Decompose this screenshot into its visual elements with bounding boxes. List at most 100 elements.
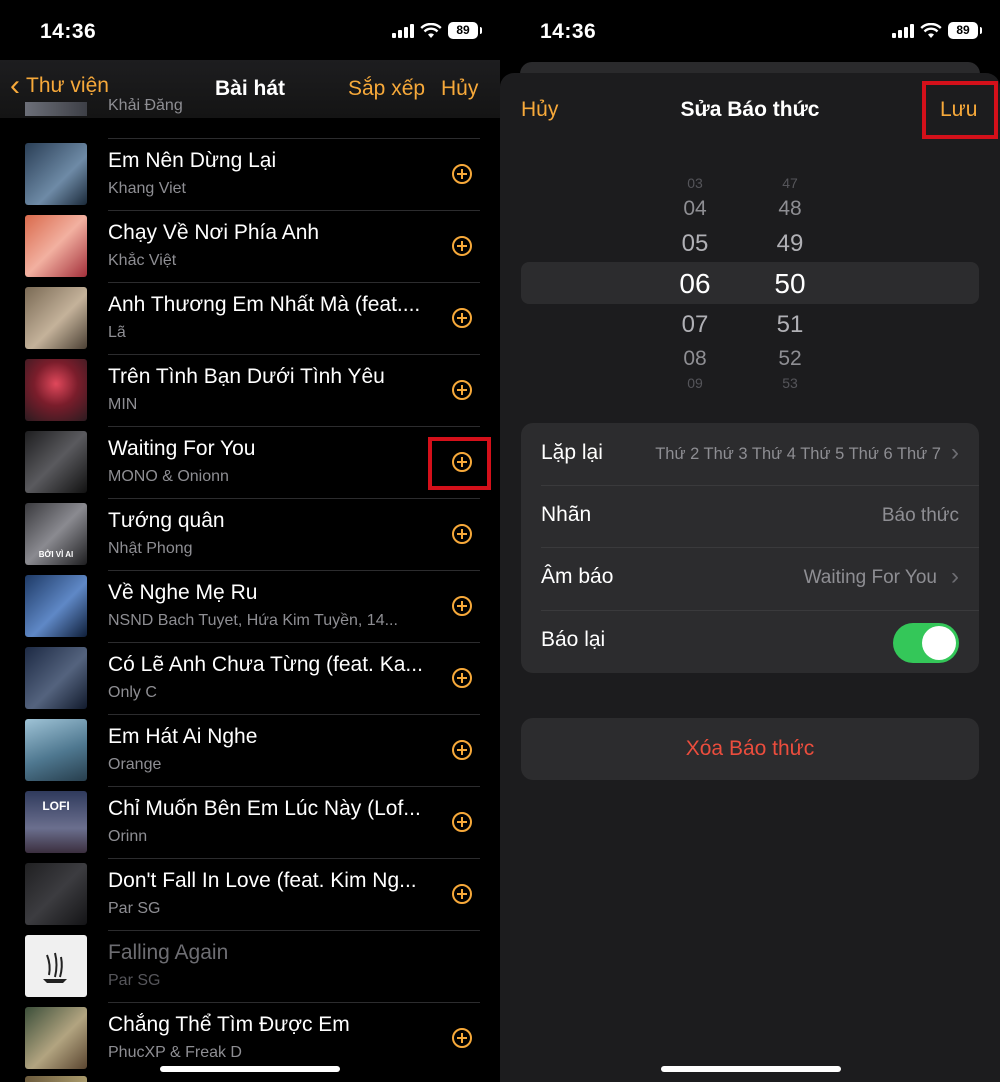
album-art	[25, 287, 87, 349]
snooze-label: Báo lại	[541, 628, 606, 651]
list-item[interactable]: Em Hát Ai Nghe Orange	[0, 714, 500, 786]
status-bar: 14:36 89	[0, 0, 500, 60]
add-icon[interactable]	[452, 308, 472, 328]
song-title: Chạy Về Nơi Phía Anh	[108, 221, 320, 244]
alarm-settings-group: Lặp lại Thứ 2 Thứ 3 Thứ 4 Thứ 5 Thứ 6 Th…	[521, 423, 979, 673]
list-item[interactable]: Chạy Về Nơi Phía Anh Khắc Việt	[0, 210, 500, 282]
repeat-value: Thứ 2 Thứ 3 Thứ 4 Thứ 5 Thứ 6 Thứ 7	[655, 445, 941, 463]
list-item[interactable]: Don't Fall In Love (feat. Kim Ng... Par …	[0, 858, 500, 930]
album-art: LOFI	[25, 791, 87, 853]
sort-button[interactable]: Sắp xếp	[348, 77, 425, 101]
add-icon[interactable]	[452, 668, 472, 688]
list-item[interactable]: Em Nên Dừng Lại Khang Viet	[0, 138, 500, 210]
add-icon[interactable]	[452, 524, 472, 544]
album-art	[25, 431, 87, 493]
selected-minute[interactable]: 50	[760, 268, 820, 300]
hour-option[interactable]: 07	[665, 311, 725, 339]
song-artist: NSND Bach Tuyet, Hứa Kim Tuyền, 14...	[108, 612, 398, 629]
list-item[interactable]: Về Nghe Mẹ Ru NSND Bach Tuyet, Hứa Kim T…	[0, 570, 500, 642]
add-icon[interactable]	[452, 164, 472, 184]
album-art	[25, 143, 87, 205]
song-artist: Only C	[108, 684, 157, 701]
hour-option[interactable]: 05	[665, 230, 725, 258]
hour-option[interactable]: 03	[665, 175, 725, 191]
back-button[interactable]: ‹ Thư viện	[10, 71, 109, 101]
hour-option[interactable]: 08	[665, 347, 725, 371]
song-artist: Lã	[108, 324, 126, 341]
album-art	[25, 719, 87, 781]
list-item[interactable]	[0, 1074, 500, 1082]
list-item[interactable]: Chẳng Thể Tìm Được Em PhucXP & Freak D	[0, 1002, 500, 1074]
song-title: Em Nên Dừng Lại	[108, 149, 277, 172]
hour-option[interactable]: 09	[665, 375, 725, 391]
list-item[interactable]: Waiting For You MONO & Onionn	[0, 426, 500, 498]
snooze-toggle[interactable]	[893, 623, 959, 663]
sound-row[interactable]: Âm báo Waiting For You ›	[521, 547, 979, 609]
song-title: Tướng quân	[108, 509, 225, 532]
song-title: Về Nghe Mẹ Ru	[108, 581, 258, 604]
repeat-row[interactable]: Lặp lại Thứ 2 Thứ 3 Thứ 4 Thứ 5 Thứ 6 Th…	[521, 423, 979, 485]
add-icon[interactable]	[452, 884, 472, 904]
sound-value: Waiting For You	[803, 567, 937, 588]
label-field[interactable]: Báo thức	[882, 505, 959, 527]
minute-option[interactable]: 51	[760, 311, 820, 339]
hour-option[interactable]: 04	[665, 197, 725, 221]
song-artist: Par SG	[108, 900, 161, 917]
minute-option[interactable]: 52	[760, 347, 820, 371]
add-icon[interactable]	[452, 812, 472, 832]
selected-hour[interactable]: 06	[665, 268, 725, 300]
song-artist: Orinn	[108, 828, 148, 845]
song-picker-screen: 14:36 89 ‹ Thư viện Bài hát Sắp xếp Hủy …	[0, 0, 500, 1082]
label-label: Nhãn	[541, 503, 592, 526]
song-title: Em Hát Ai Nghe	[108, 725, 258, 748]
song-artist: Khắc Việt	[108, 252, 177, 269]
list-item[interactable]: Trên Tình Bạn Dưới Tình Yêu MIN	[0, 354, 500, 426]
chevron-right-icon: ›	[951, 563, 959, 590]
sound-label: Âm báo	[541, 565, 614, 588]
album-art	[25, 359, 87, 421]
album-art: BỞI VÌ AI	[25, 503, 87, 565]
snooze-row: Báo lại	[521, 610, 979, 672]
add-icon[interactable]	[452, 740, 472, 760]
wifi-icon	[420, 22, 442, 38]
add-icon[interactable]	[452, 236, 472, 256]
label-row[interactable]: Nhãn Báo thức	[521, 485, 979, 547]
home-indicator[interactable]	[160, 1066, 340, 1072]
album-art	[25, 215, 87, 277]
song-title: Don't Fall In Love (feat. Kim Ng...	[108, 869, 417, 892]
list-item[interactable]: Falling Again Par SG	[0, 930, 500, 1002]
minute-option[interactable]: 49	[760, 230, 820, 258]
song-title: Falling Again	[108, 941, 229, 964]
wifi-icon	[920, 22, 942, 38]
cancel-button[interactable]: Hủy	[441, 77, 478, 101]
highlight-box	[428, 437, 491, 490]
repeat-label: Lặp lại	[541, 441, 603, 464]
album-art	[25, 1007, 87, 1069]
song-title: Anh Thương Em Nhất Mà (feat....	[108, 293, 421, 316]
cellular-signal-icon	[892, 23, 914, 38]
status-time: 14:36	[540, 20, 597, 43]
list-item[interactable]: Có Lẽ Anh Chưa Từng (feat. Ka... Only C	[0, 642, 500, 714]
album-art	[25, 935, 87, 997]
add-icon[interactable]	[452, 596, 472, 616]
minute-option[interactable]: 53	[760, 375, 820, 391]
status-bar: 14:36 89	[500, 0, 1000, 60]
delete-alarm-button[interactable]: Xóa Báo thức	[521, 718, 979, 780]
album-art	[25, 647, 87, 709]
list-item[interactable]: Anh Thương Em Nhất Mà (feat.... Lã	[0, 282, 500, 354]
list-item[interactable]: Khải Đăng	[0, 97, 500, 140]
edit-alarm-screen: 14:36 89 Hủy Sửa Báo thức Lưu 03 04 05 0…	[500, 0, 1000, 1082]
minute-option[interactable]: 48	[760, 197, 820, 221]
cancel-button[interactable]: Hủy	[521, 98, 558, 122]
add-icon[interactable]	[452, 380, 472, 400]
chevron-right-icon: ›	[951, 439, 959, 466]
home-indicator[interactable]	[661, 1066, 841, 1072]
time-picker[interactable]: 03 04 05 06 07 08 09 47 48 49 50 51 52 5…	[500, 165, 1000, 405]
status-time: 14:36	[40, 20, 97, 43]
add-icon[interactable]	[452, 1028, 472, 1048]
list-item[interactable]: BỞI VÌ AI Tướng quân Nhật Phong	[0, 498, 500, 570]
album-art	[25, 863, 87, 925]
minute-option[interactable]: 47	[760, 175, 820, 191]
highlight-box	[922, 81, 998, 139]
list-item[interactable]: LOFI Chỉ Muốn Bên Em Lúc Này (Lof... Ori…	[0, 786, 500, 858]
